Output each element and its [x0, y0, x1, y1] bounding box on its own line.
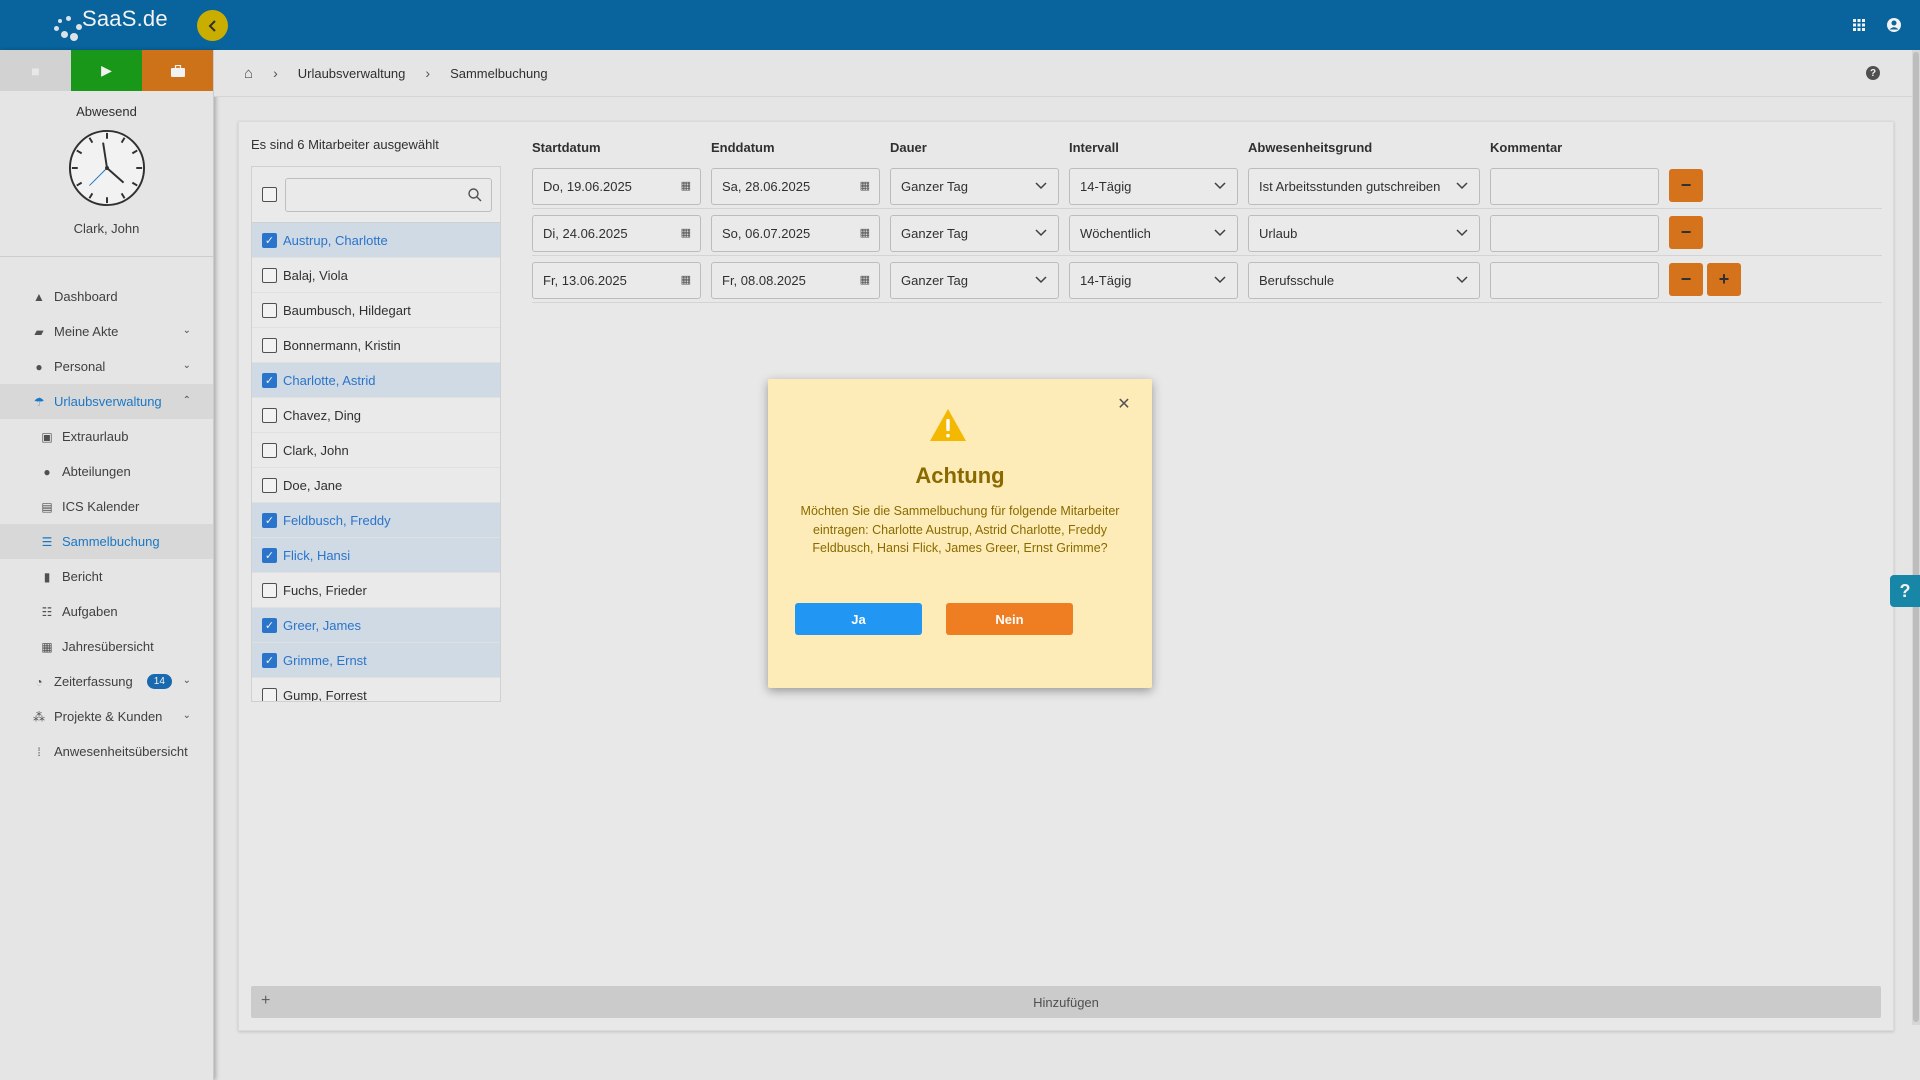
dialog-title: Achtung: [915, 463, 1005, 488]
dialog-message: Möchten Sie die Sammelbuchung für folgen…: [800, 504, 1120, 555]
warning-icon: [930, 409, 966, 441]
close-icon[interactable]: ✕: [1116, 397, 1132, 413]
confirm-dialog: ✕ Achtung Möchten Sie die Sammelbuchung …: [768, 379, 1152, 688]
confirm-no-button[interactable]: Nein: [946, 603, 1073, 635]
confirm-yes-button[interactable]: Ja: [795, 603, 922, 635]
